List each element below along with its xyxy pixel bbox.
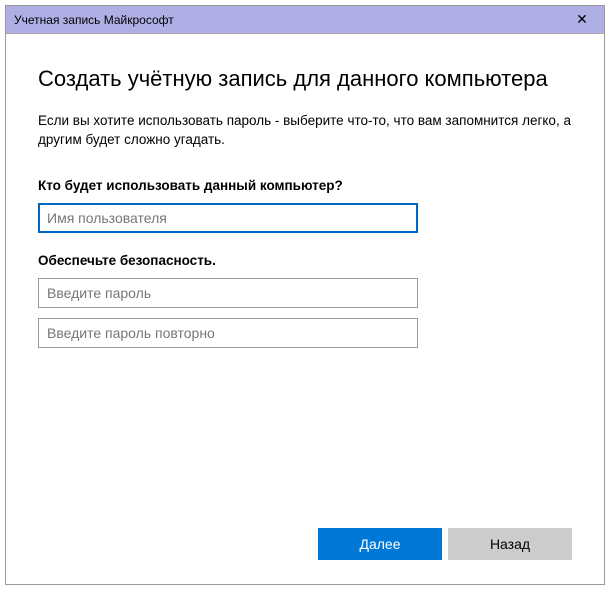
dialog-window: Учетная запись Майкрософт ✕ Создать учёт… [5,5,605,585]
username-input[interactable] [38,203,418,233]
back-button[interactable]: Назад [448,528,572,560]
close-icon: ✕ [576,11,588,28]
titlebar: Учетная запись Майкрософт ✕ [6,6,604,34]
window-title: Учетная запись Майкрософт [14,13,174,27]
next-button[interactable]: Далее [318,528,442,560]
button-row: Далее Назад [38,528,572,564]
security-section-label: Обеспечьте безопасность. [38,253,572,268]
close-button[interactable]: ✕ [560,6,604,34]
password-confirm-input[interactable] [38,318,418,348]
description-text: Если вы хотите использовать пароль - выб… [38,112,572,150]
page-heading: Создать учётную запись для данного компь… [38,66,572,92]
content-area: Создать учётную запись для данного компь… [6,34,604,584]
username-section-label: Кто будет использовать данный компьютер? [38,178,572,193]
password-input[interactable] [38,278,418,308]
